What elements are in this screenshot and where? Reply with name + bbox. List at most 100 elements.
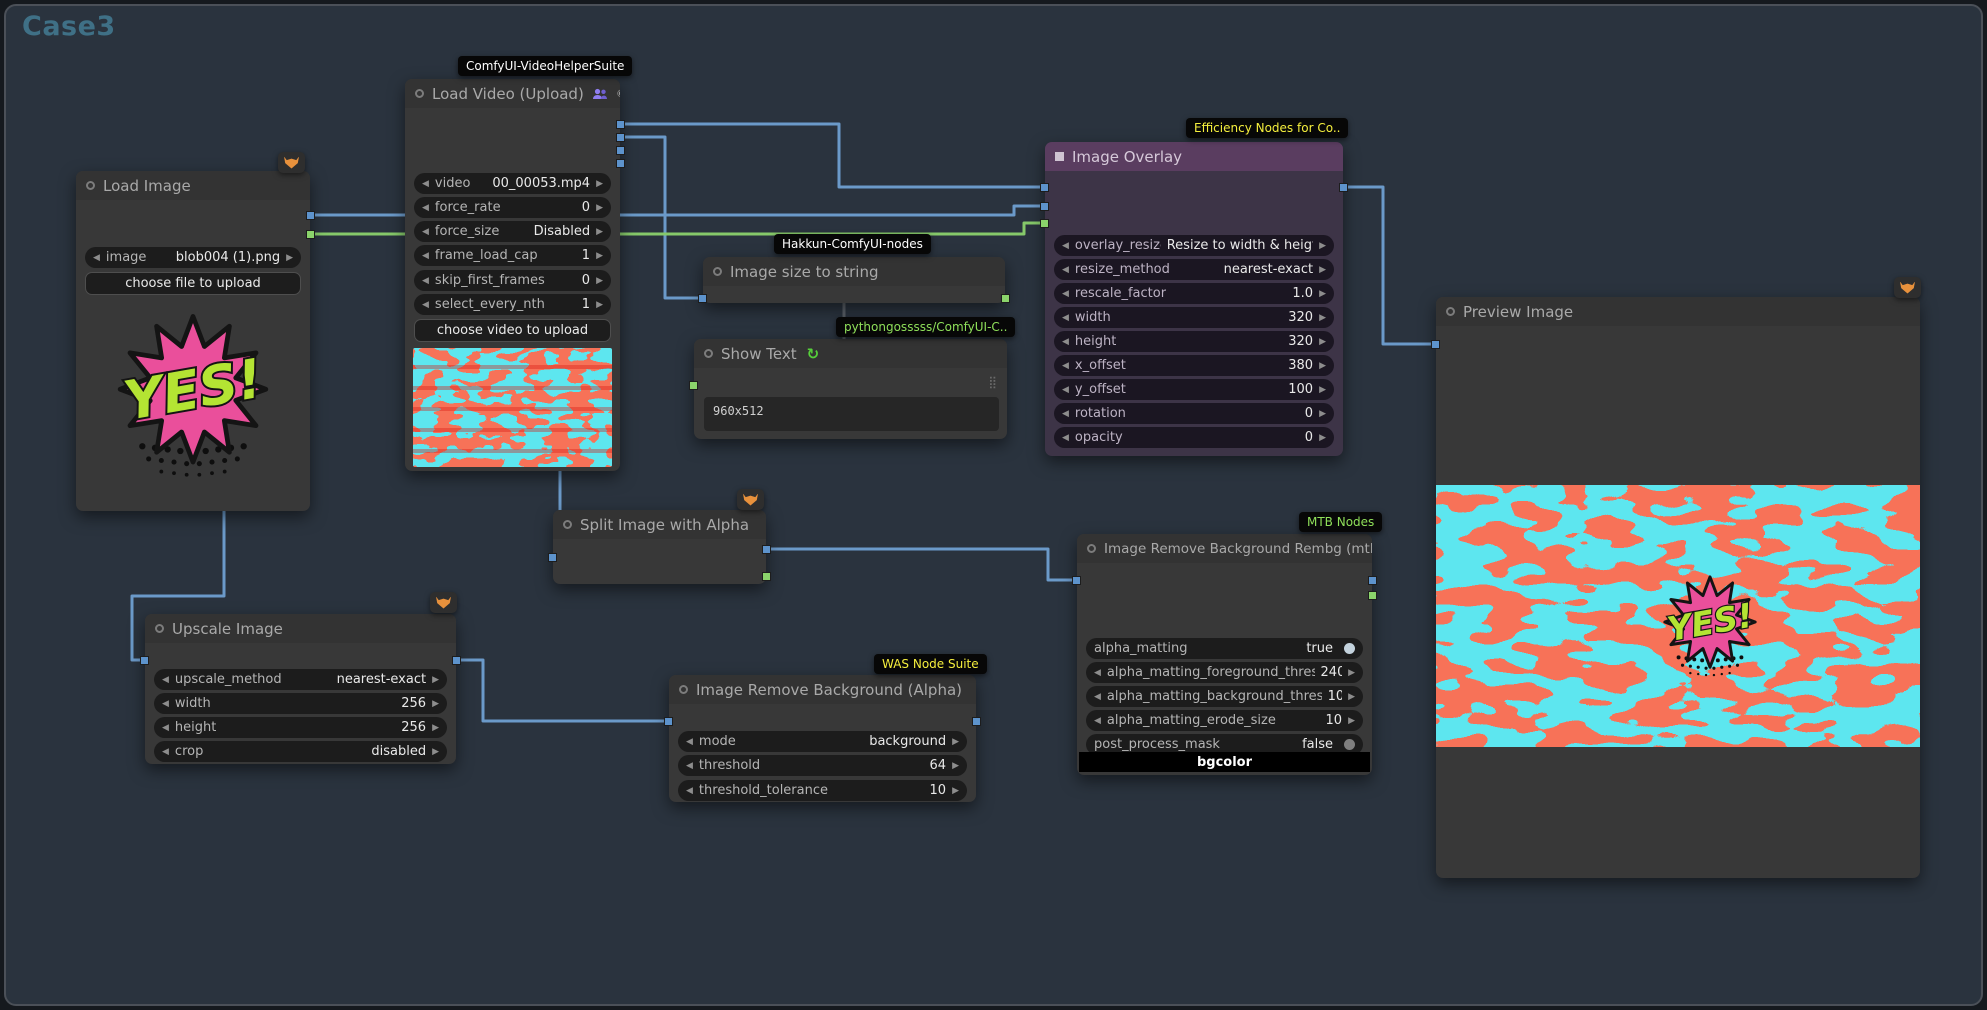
overlay-resize-widget[interactable]: ◀ overlay_resize Resize to width & heigt… xyxy=(1054,235,1334,256)
decrement-arrow-icon[interactable]: ◀ xyxy=(1094,716,1101,726)
decrement-arrow-icon[interactable]: ◀ xyxy=(422,276,429,286)
output-slot-image[interactable] xyxy=(972,717,981,726)
output-slot-mask[interactable] xyxy=(1368,591,1377,600)
opacity-widget[interactable]: ◀ opacity 0 ▶ xyxy=(1054,427,1334,448)
threshold-tolerance-widget[interactable]: ◀ threshold_tolerance 10 ▶ xyxy=(678,780,967,801)
decrement-arrow-icon[interactable]: ◀ xyxy=(1094,692,1101,702)
select-every-nth-widget[interactable]: ◀ select_every_nth 1 ▶ xyxy=(414,294,611,315)
collapse-dot-icon[interactable] xyxy=(713,267,722,276)
increment-arrow-icon[interactable]: ▶ xyxy=(1319,337,1326,347)
decrement-arrow-icon[interactable]: ◀ xyxy=(1062,313,1069,323)
output-slot-frame-count[interactable] xyxy=(616,133,625,142)
node-upscale-image[interactable]: Upscale Image ◀ upscale_method nearest-e… xyxy=(145,614,456,764)
width-widget[interactable]: ◀ width 320 ▶ xyxy=(1054,307,1334,328)
increment-arrow-icon[interactable]: ▶ xyxy=(1348,716,1355,726)
increment-arrow-icon[interactable]: ▶ xyxy=(1319,385,1326,395)
output-slot-string[interactable] xyxy=(1001,294,1010,303)
mode-widget[interactable]: ◀ mode background ▶ xyxy=(678,731,967,752)
toggle-knob[interactable] xyxy=(1344,643,1355,654)
decrement-arrow-icon[interactable]: ◀ xyxy=(1062,433,1069,443)
increment-arrow-icon[interactable]: ▶ xyxy=(1348,668,1355,678)
next-arrow-icon[interactable]: ▶ xyxy=(596,227,603,237)
text-output[interactable]: 960x512 xyxy=(704,397,999,431)
collapse-dot-icon[interactable] xyxy=(679,685,688,694)
decrement-arrow-icon[interactable]: ◀ xyxy=(686,761,693,771)
decrement-arrow-icon[interactable]: ◀ xyxy=(1062,337,1069,347)
frame-load-cap-widget[interactable]: ◀ frame_load_cap 1 ▶ xyxy=(414,245,611,266)
increment-arrow-icon[interactable]: ▶ xyxy=(596,203,603,213)
input-slot-image[interactable] xyxy=(140,656,149,665)
node-image-size-to-string[interactable]: Image size to string xyxy=(703,257,1005,303)
collapse-dot-icon[interactable] xyxy=(155,624,164,633)
node-load-video[interactable]: Load Video (Upload) ◉ ◉ ◉ ◀ video 00_000… xyxy=(405,79,620,471)
output-slot-image[interactable] xyxy=(762,545,771,554)
output-slot-image[interactable] xyxy=(1339,183,1348,192)
decrement-arrow-icon[interactable]: ◀ xyxy=(1062,385,1069,395)
width-widget[interactable]: ◀ width 256 ▶ xyxy=(154,693,447,714)
decrement-arrow-icon[interactable]: ◀ xyxy=(422,203,429,213)
prev-arrow-icon[interactable]: ◀ xyxy=(162,675,169,685)
output-slot-video-info[interactable] xyxy=(616,159,625,168)
rotation-widget[interactable]: ◀ rotation 0 ▶ xyxy=(1054,403,1334,424)
prev-arrow-icon[interactable]: ◀ xyxy=(93,253,100,263)
node-title-bar[interactable]: Image Overlay xyxy=(1045,142,1343,171)
collapse-dot-icon[interactable] xyxy=(704,349,713,358)
increment-arrow-icon[interactable]: ▶ xyxy=(1319,409,1326,419)
video-combo-widget[interactable]: ◀ video 00_00053.mp4 ▶ xyxy=(414,173,611,194)
increment-arrow-icon[interactable]: ▶ xyxy=(1319,289,1326,299)
node-title-bar[interactable]: Load Image xyxy=(76,171,310,200)
increment-arrow-icon[interactable]: ▶ xyxy=(1319,433,1326,443)
next-arrow-icon[interactable]: ▶ xyxy=(432,747,439,757)
node-load-image[interactable]: Load Image ◀ image blob004 (1).png ▶ cho… xyxy=(76,171,310,511)
collapse-dot-icon[interactable] xyxy=(86,181,95,190)
bgcolor-button[interactable]: bgcolor xyxy=(1079,752,1370,772)
next-arrow-icon[interactable]: ▶ xyxy=(286,253,293,263)
node-title-bar[interactable]: Preview Image xyxy=(1436,297,1920,326)
prev-arrow-icon[interactable]: ◀ xyxy=(1062,241,1069,251)
next-arrow-icon[interactable]: ▶ xyxy=(1319,265,1326,275)
input-slot-image[interactable] xyxy=(698,294,707,303)
input-slot-image[interactable] xyxy=(1072,576,1081,585)
increment-arrow-icon[interactable]: ▶ xyxy=(1319,361,1326,371)
bg-threshold-widget[interactable]: ◀ alpha_matting_background_threshold 10 … xyxy=(1086,686,1363,707)
alpha-matting-toggle[interactable]: alpha_matting true xyxy=(1086,638,1363,659)
collapse-dot-icon[interactable] xyxy=(1446,307,1455,316)
increment-arrow-icon[interactable]: ▶ xyxy=(952,786,959,796)
output-slot-mask[interactable] xyxy=(306,230,315,239)
increment-arrow-icon[interactable]: ▶ xyxy=(596,300,603,310)
node-remove-bg-alpha[interactable]: Image Remove Background (Alpha) ◀ mode b… xyxy=(669,675,976,802)
increment-arrow-icon[interactable]: ▶ xyxy=(432,723,439,733)
skip-first-frames-widget[interactable]: ◀ skip_first_frames 0 ▶ xyxy=(414,270,611,291)
prev-arrow-icon[interactable]: ◀ xyxy=(162,747,169,757)
output-slot-image[interactable] xyxy=(616,120,625,129)
threshold-widget[interactable]: ◀ threshold 64 ▶ xyxy=(678,755,967,776)
decrement-arrow-icon[interactable]: ◀ xyxy=(162,699,169,709)
node-title-bar[interactable]: Show Text ↻ xyxy=(694,339,1007,368)
decrement-arrow-icon[interactable]: ◀ xyxy=(686,786,693,796)
image-combo-widget[interactable]: ◀ image blob004 (1).png ▶ xyxy=(85,247,301,268)
node-show-text[interactable]: Show Text ↻ ⣿ 960x512 xyxy=(694,339,1007,439)
crop-widget[interactable]: ◀ crop disabled ▶ xyxy=(154,741,447,762)
decrement-arrow-icon[interactable]: ◀ xyxy=(1062,361,1069,371)
prev-arrow-icon[interactable]: ◀ xyxy=(422,227,429,237)
decrement-arrow-icon[interactable]: ◀ xyxy=(162,723,169,733)
next-arrow-icon[interactable]: ▶ xyxy=(952,737,959,747)
fg-threshold-widget[interactable]: ◀ alpha_matting_foreground_threshold 240… xyxy=(1086,662,1363,683)
next-arrow-icon[interactable]: ▶ xyxy=(432,675,439,685)
increment-arrow-icon[interactable]: ▶ xyxy=(432,699,439,709)
increment-arrow-icon[interactable]: ▶ xyxy=(1319,313,1326,323)
collapse-square-icon[interactable] xyxy=(1055,152,1064,161)
height-widget[interactable]: ◀ height 256 ▶ xyxy=(154,717,447,738)
input-slot-text[interactable] xyxy=(689,381,698,390)
choose-video-button[interactable]: choose video to upload xyxy=(414,319,611,342)
input-slot-image[interactable] xyxy=(1431,340,1440,349)
grip-icon[interactable]: ⣿ xyxy=(988,375,997,389)
x-offset-widget[interactable]: ◀ x_offset 380 ▶ xyxy=(1054,355,1334,376)
node-title-bar[interactable]: Image size to string xyxy=(703,257,1005,286)
choose-file-button[interactable]: choose file to upload xyxy=(85,272,301,295)
input-slot-base-image[interactable] xyxy=(1040,183,1049,192)
force-size-widget[interactable]: ◀ force_size Disabled ▶ xyxy=(414,221,611,242)
prev-arrow-icon[interactable]: ◀ xyxy=(422,179,429,189)
node-rembg-mtb[interactable]: Image Remove Background Rembg (mtb) alph… xyxy=(1077,534,1372,775)
node-split-image-alpha[interactable]: Split Image with Alpha xyxy=(553,510,766,584)
